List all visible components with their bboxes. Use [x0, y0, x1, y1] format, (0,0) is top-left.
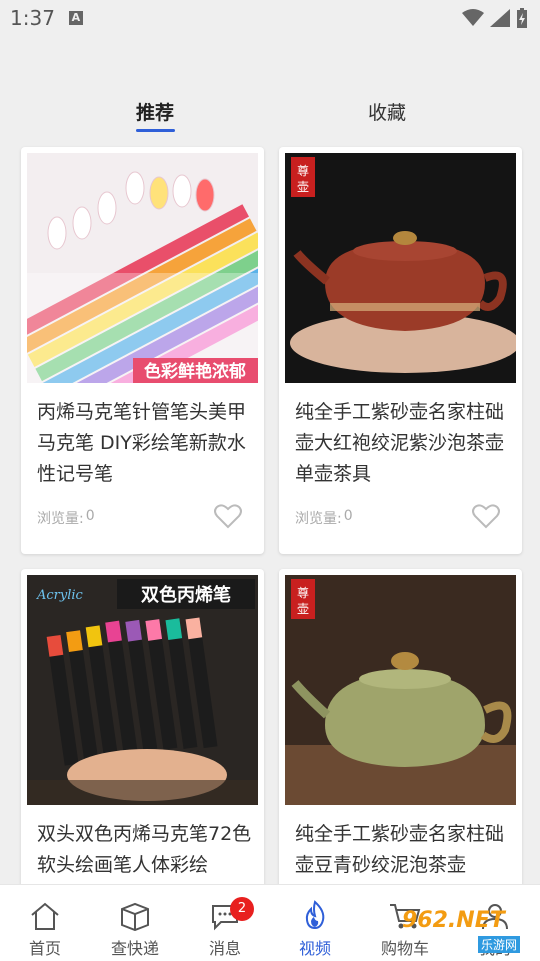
nav-express[interactable]: 查快递: [90, 893, 180, 959]
product-title: 双头双色丙烯马克笔72色软头绘画笔人体彩绘: [37, 823, 252, 876]
product-card[interactable]: 双色丙烯笔 Acrylic 双头双色丙烯马克笔72色软头绘画笔人体彩绘: [21, 569, 264, 899]
status-time: 1:37: [10, 6, 55, 30]
signal-icon: [490, 9, 510, 27]
watermark-sub: 乐游网: [478, 936, 521, 953]
nav-label: 查快递: [110, 939, 159, 958]
svg-text:壶: 壶: [297, 179, 309, 194]
acrylic-markers-image: 双色丙烯笔 Acrylic: [27, 575, 258, 805]
view-count-label: 浏览量:: [37, 511, 84, 527]
view-count: 浏览量: 0: [295, 508, 353, 528]
heart-icon[interactable]: [472, 503, 500, 529]
svg-text:壶: 壶: [297, 601, 309, 616]
home-icon: [31, 902, 59, 930]
product-card[interactable]: 尊 壶 纯全手工紫砂壶名家柱础壶豆青砂绞泥泡茶壶: [279, 569, 522, 899]
view-count-label: 浏览量:: [295, 511, 342, 527]
notification-a-icon: A: [68, 11, 83, 25]
nav-label: 视频: [298, 939, 331, 958]
tab-recommended[interactable]: 推荐: [95, 98, 215, 125]
product-title: 纯全手工紫砂壶名家柱础壶豆青砂绞泥泡茶壶: [295, 823, 505, 876]
battery-charging-icon: [517, 8, 527, 28]
image-caption: 双色丙烯笔: [141, 584, 231, 606]
nail-art-markers-image: 色彩鲜艳浓郁: [27, 153, 258, 383]
nav-label: 购物车: [380, 939, 429, 958]
view-count-value: 0: [343, 508, 353, 524]
svg-text:尊: 尊: [297, 585, 309, 600]
image-caption: 色彩鲜艳浓郁: [144, 361, 246, 382]
watermark-logo: 962.NET: [402, 908, 505, 933]
active-tab-indicator: [136, 129, 175, 132]
svg-text:Acrylic: Acrylic: [36, 588, 84, 603]
product-title: 纯全手工紫砂壶名家柱础壶大红袍绞泥紫沙泡茶壶单壶茶具: [295, 401, 505, 485]
view-count-value: 0: [85, 508, 95, 524]
wifi-icon: [462, 9, 484, 26]
message-badge: 2: [230, 897, 254, 921]
nav-home[interactable]: 首页: [0, 893, 90, 959]
view-count: 浏览量: 0: [37, 508, 95, 528]
flame-icon: [305, 900, 325, 930]
package-icon: [121, 902, 149, 931]
green-teapot-image: 尊 壶: [285, 575, 516, 805]
svg-text:尊: 尊: [297, 163, 309, 178]
nav-video[interactable]: 视频: [270, 893, 360, 959]
tab-favorites[interactable]: 收藏: [327, 98, 447, 125]
heart-icon[interactable]: [214, 503, 242, 529]
nav-label: 首页: [28, 939, 61, 958]
product-title: 丙烯马克笔针管笔头美甲马克笔 DIY彩绘笔新款水性记号笔: [37, 401, 247, 485]
product-card[interactable]: 色彩鲜艳浓郁 丙烯马克笔针管笔头美甲马克笔 DIY彩绘笔新款水性记号笔 浏览量:…: [21, 147, 264, 554]
status-bar: 1:37 A: [0, 0, 540, 36]
red-teapot-image: 尊 壶: [285, 153, 516, 383]
nav-label: 消息: [208, 939, 241, 958]
product-card[interactable]: 尊 壶 纯全手工紫砂壶名家柱础壶大红袍绞泥紫沙泡茶壶单壶茶具 浏览量: 0: [279, 147, 522, 554]
nav-messages[interactable]: 消息 2: [180, 893, 270, 959]
feed-tabs: 推荐 收藏: [0, 90, 540, 140]
